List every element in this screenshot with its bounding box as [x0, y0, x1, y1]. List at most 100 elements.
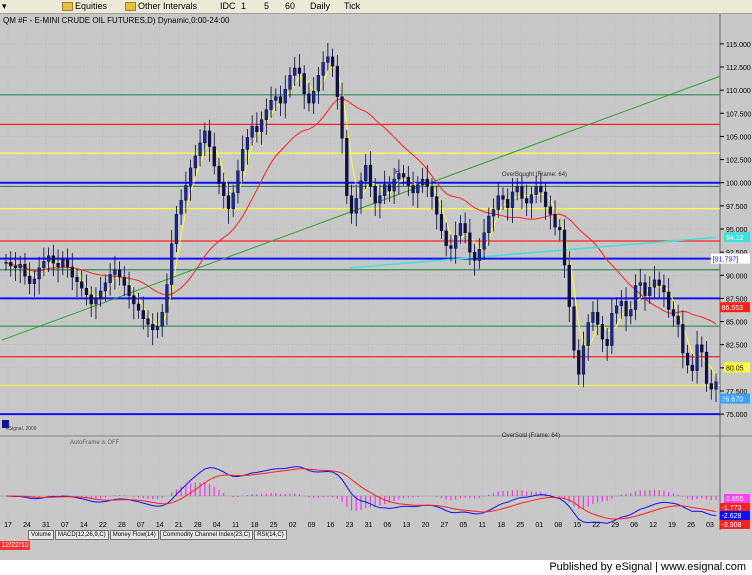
x-tick-label: 07 [61, 522, 69, 529]
interval-5[interactable]: 5 [262, 1, 271, 12]
candle-body [269, 100, 273, 110]
equities-menu[interactable]: Equities [62, 1, 107, 12]
price-flag-label: [91.797] [713, 257, 738, 264]
folder-icon [62, 2, 73, 12]
interval-60[interactable]: 60 [283, 1, 297, 12]
candle-body [454, 235, 458, 249]
interval-label: IDC [220, 1, 236, 11]
overbought-label: OverBought (Frame: 64) [502, 172, 567, 178]
x-tick-label: 28 [118, 522, 126, 529]
interval-label: Tick [344, 1, 361, 11]
candle-body [468, 232, 472, 253]
x-tick-label: 15 [573, 522, 581, 529]
candle-body [236, 170, 240, 194]
interval-label: 5 [264, 1, 270, 11]
interval-label: 60 [285, 1, 296, 11]
candle-body [681, 324, 685, 354]
p-button[interactable] [2, 420, 9, 428]
candle-body [383, 184, 387, 196]
candle-body [657, 279, 661, 286]
x-tick-label: 12 [649, 522, 657, 529]
candle-body [700, 344, 704, 353]
y-tick-label: 107.500 [726, 111, 751, 118]
other-intervals-menu[interactable]: Other Intervals [125, 1, 197, 12]
candle-body [510, 191, 515, 208]
x-tick-label: 24 [23, 522, 31, 529]
toolbar: ▾ Equities Other Intervals IDC 1 5 60 Da… [0, 0, 752, 14]
x-tick-label: 25 [516, 522, 524, 529]
candle-body [430, 186, 434, 197]
candle-body [439, 213, 444, 232]
candle-body [567, 264, 571, 307]
price-flag-label: 80.05 [726, 365, 744, 372]
x-tick-label: 08 [554, 522, 562, 529]
candle-body [84, 288, 89, 295]
tab-money-flow[interactable]: Money Flow(14) [109, 530, 159, 540]
x-tick-label: 05 [459, 522, 467, 529]
candle-body [103, 282, 108, 292]
candle-body [188, 167, 193, 186]
candle-body [56, 263, 60, 268]
candle-body [506, 199, 510, 208]
oversold-label: OverSold (Frame: 64) [502, 433, 560, 439]
candle-body [667, 291, 671, 310]
candle-body [392, 178, 396, 192]
x-tick-label: 01 [535, 522, 543, 529]
candle-body [482, 232, 486, 250]
x-tick-label: 18 [251, 522, 259, 529]
tab-macd[interactable]: MACD(12,26,9,C) [55, 530, 109, 540]
x-tick-label: 18 [497, 522, 505, 529]
candle-body [349, 195, 354, 214]
candle-body [496, 195, 500, 210]
price-chart[interactable]: 115.000 112.500 110.000 107.500 105.000 102.5… [0, 14, 752, 530]
candle-body [89, 294, 93, 305]
candle-body [113, 269, 117, 275]
candle-body [629, 309, 633, 317]
macd-flag-label: -1.773 [722, 505, 742, 512]
candle-body [487, 215, 491, 233]
interval-label: Daily [310, 1, 331, 11]
tab-rsi[interactable]: RSI(14,C) [254, 530, 287, 540]
interval-daily[interactable]: Daily [308, 1, 332, 12]
x-tick-label: 21 [175, 522, 183, 529]
chart-title: QM #F - E-MINI CRUDE OIL FUTURES,D) Dyna… [3, 16, 230, 25]
candle-body [255, 126, 259, 133]
candle-body [18, 263, 22, 269]
candle-body [141, 310, 145, 319]
candle-body [624, 300, 628, 317]
candle-body [638, 282, 642, 286]
candle-body [61, 259, 65, 268]
x-tick-label: 31 [42, 522, 50, 529]
y-tick-label: 110.000 [726, 88, 751, 95]
menu-arrow-icon[interactable]: ▾ [2, 1, 7, 12]
candle-body [231, 192, 235, 209]
candle-body [80, 281, 84, 289]
x-tick-label: 13 [403, 522, 411, 529]
candle-body [643, 282, 647, 296]
y-tick-label: 112.500 [726, 65, 751, 72]
candle-body [548, 206, 552, 215]
macd-flag-label: -3.908 [722, 522, 742, 529]
x-tick-label: 07 [137, 522, 145, 529]
candle-body [558, 226, 562, 231]
interval-tick[interactable]: Tick [342, 1, 362, 12]
interval-1[interactable]: 1 [239, 1, 248, 12]
macd-flag-label: -2.628 [722, 513, 742, 520]
x-tick-label: 20 [422, 522, 430, 529]
candle-body [477, 249, 481, 261]
interval-idc[interactable]: IDC [218, 1, 238, 12]
tab-volume[interactable]: Volume [28, 530, 55, 540]
x-tick-label: 28 [194, 522, 202, 529]
candle-body [420, 178, 425, 185]
candle-body [127, 285, 131, 296]
x-tick-label: 31 [365, 522, 373, 529]
candle-body [207, 130, 212, 147]
candle-body [170, 243, 174, 285]
watermark: eSignal, 2009 [6, 426, 37, 432]
tab-cci[interactable]: Commodity Channel Index(23,C) [159, 530, 254, 540]
candle-body [633, 285, 638, 310]
candle-body [709, 383, 713, 390]
candle-body [406, 176, 410, 186]
candle-body [160, 312, 164, 327]
indicator-tabs: Volume MACD(12,26,9,C) Money Flow(14) Commo… [28, 530, 288, 540]
